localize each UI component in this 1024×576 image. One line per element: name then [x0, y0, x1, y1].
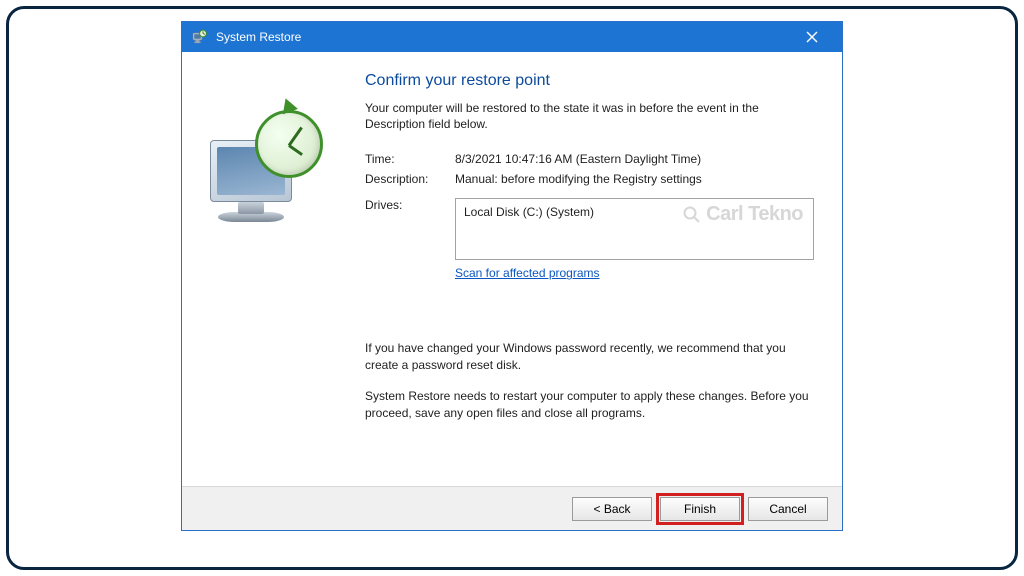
magnifier-icon	[682, 205, 702, 225]
description-label: Description:	[365, 172, 455, 186]
window-title: System Restore	[216, 30, 301, 44]
restart-note: System Restore needs to restart your com…	[365, 388, 814, 422]
page-heading: Confirm your restore point	[365, 72, 814, 90]
finish-button[interactable]: Finish	[660, 497, 740, 521]
back-button[interactable]: < Back	[572, 497, 652, 521]
page-subtext: Your computer will be restored to the st…	[365, 100, 814, 132]
close-icon	[806, 31, 818, 43]
wizard-illustration-pane	[200, 72, 365, 478]
wizard-footer: < Back Finish Cancel	[182, 486, 842, 530]
watermark-brand: Carl Tekno	[682, 203, 803, 226]
description-value: Manual: before modifying the Registry se…	[455, 172, 814, 186]
titlebar[interactable]: System Restore	[182, 22, 842, 52]
cancel-button[interactable]: Cancel	[748, 497, 828, 521]
system-restore-window: System Restore	[181, 21, 843, 531]
drives-label: Drives:	[365, 198, 455, 260]
password-note: If you have changed your Windows passwor…	[365, 340, 814, 374]
drives-item: Local Disk (C:) (System)	[464, 205, 594, 219]
screenshot-frame: System Restore	[6, 6, 1018, 570]
close-button[interactable]	[792, 22, 832, 52]
time-label: Time:	[365, 152, 455, 166]
app-icon	[192, 29, 208, 45]
scan-affected-programs-link[interactable]: Scan for affected programs	[455, 266, 600, 280]
system-restore-icon	[200, 92, 340, 232]
drives-listbox[interactable]: Local Disk (C:) (System) Carl Tekno	[455, 198, 814, 260]
time-value: 8/3/2021 10:47:16 AM (Eastern Daylight T…	[455, 152, 814, 166]
